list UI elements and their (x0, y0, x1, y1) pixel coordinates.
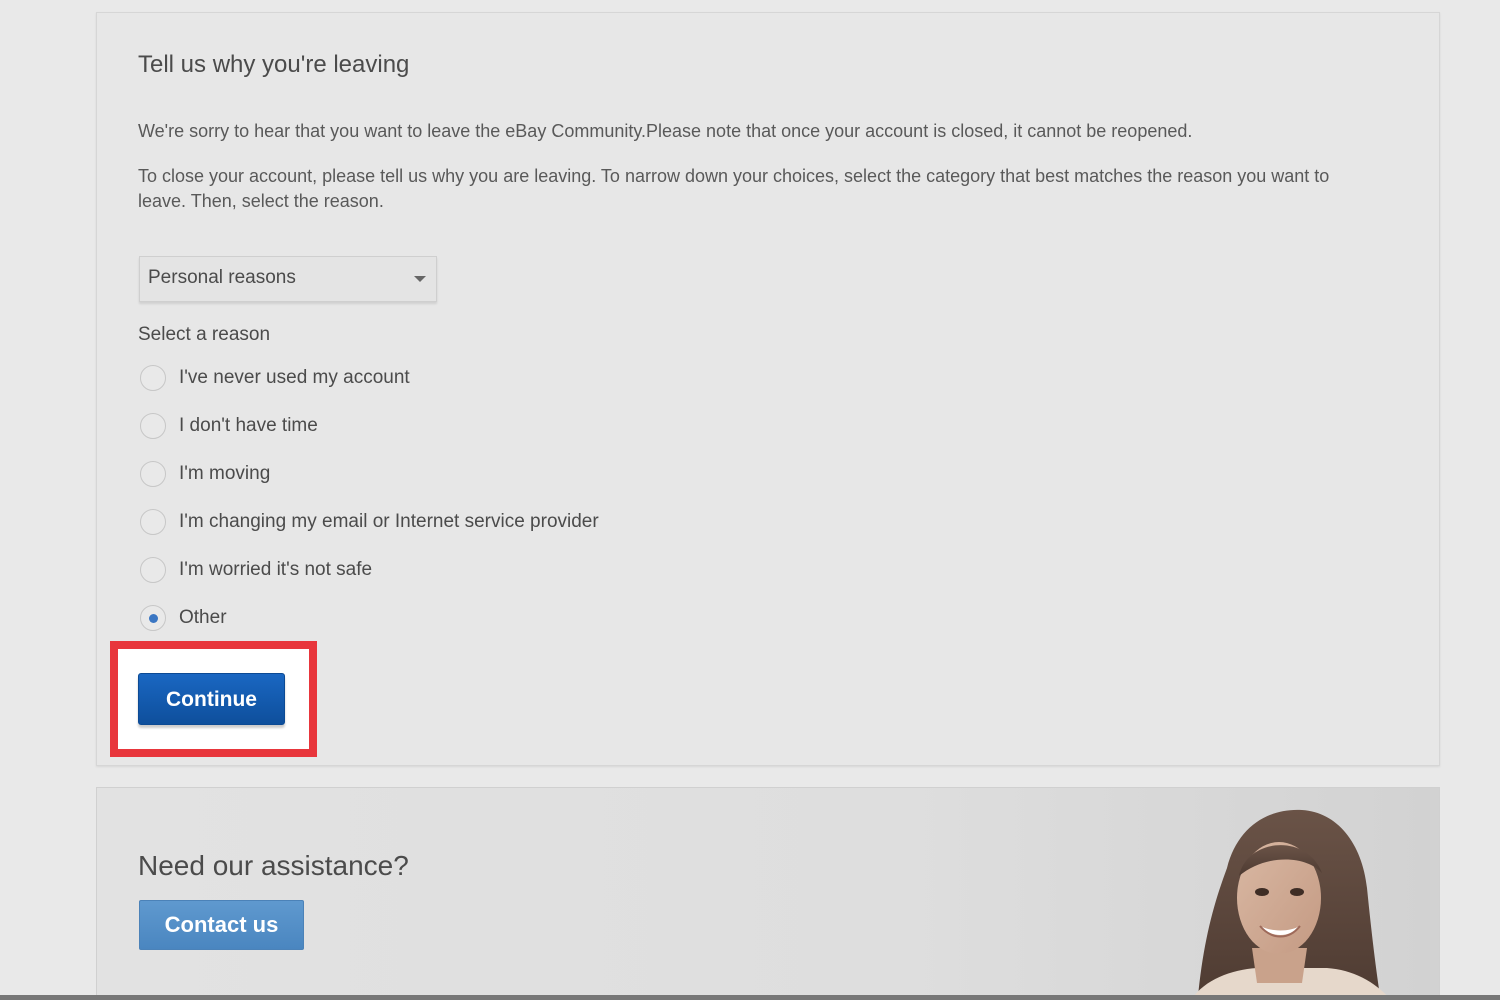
category-select[interactable]: Personal reasons (139, 256, 437, 302)
reason-option-label: I'm worried it's not safe (179, 559, 373, 580)
reason-option-no-time[interactable]: I don't have time (140, 411, 318, 441)
reason-option-label: I've never used my account (179, 367, 410, 388)
reason-option-other[interactable]: Other (140, 603, 227, 633)
reason-option-label: I'm moving (179, 463, 271, 484)
reason-option-never-used[interactable]: I've never used my account (140, 363, 410, 393)
assistance-title: Need our assistance? (138, 850, 409, 881)
radio-button[interactable] (140, 557, 166, 583)
caret-down-icon (414, 276, 426, 282)
radio-button[interactable] (140, 413, 166, 439)
bottom-scroll-edge (0, 995, 1500, 1000)
contact-us-button[interactable]: Contact us (139, 900, 304, 950)
reason-option-not-safe[interactable]: I'm worried it's not safe (140, 555, 372, 585)
warning-text: We're sorry to hear that you want to lea… (138, 121, 1193, 141)
radio-button[interactable] (140, 509, 166, 535)
reason-option-label: I'm changing my email or Internet servic… (179, 511, 599, 532)
assistance-banner: Need our assistance? Contact us (96, 787, 1440, 1000)
support-agent-photo (1191, 809, 1390, 999)
continue-button[interactable]: Continue (138, 673, 285, 725)
select-reason-label: Select a reason (138, 324, 271, 345)
radio-button[interactable] (140, 365, 166, 391)
instructions-text: To close your account, please tell us wh… (138, 166, 1330, 211)
radio-button[interactable] (140, 461, 166, 487)
reason-option-label: I don't have time (179, 415, 318, 436)
page-title: Tell us why you're leaving (138, 51, 410, 78)
reason-option-moving[interactable]: I'm moving (140, 459, 270, 489)
reason-option-changing-email[interactable]: I'm changing my email or Internet servic… (140, 507, 599, 537)
category-select-value: Personal reasons (148, 267, 296, 288)
radio-button-selected[interactable] (140, 605, 166, 631)
reason-option-label: Other (179, 607, 227, 628)
